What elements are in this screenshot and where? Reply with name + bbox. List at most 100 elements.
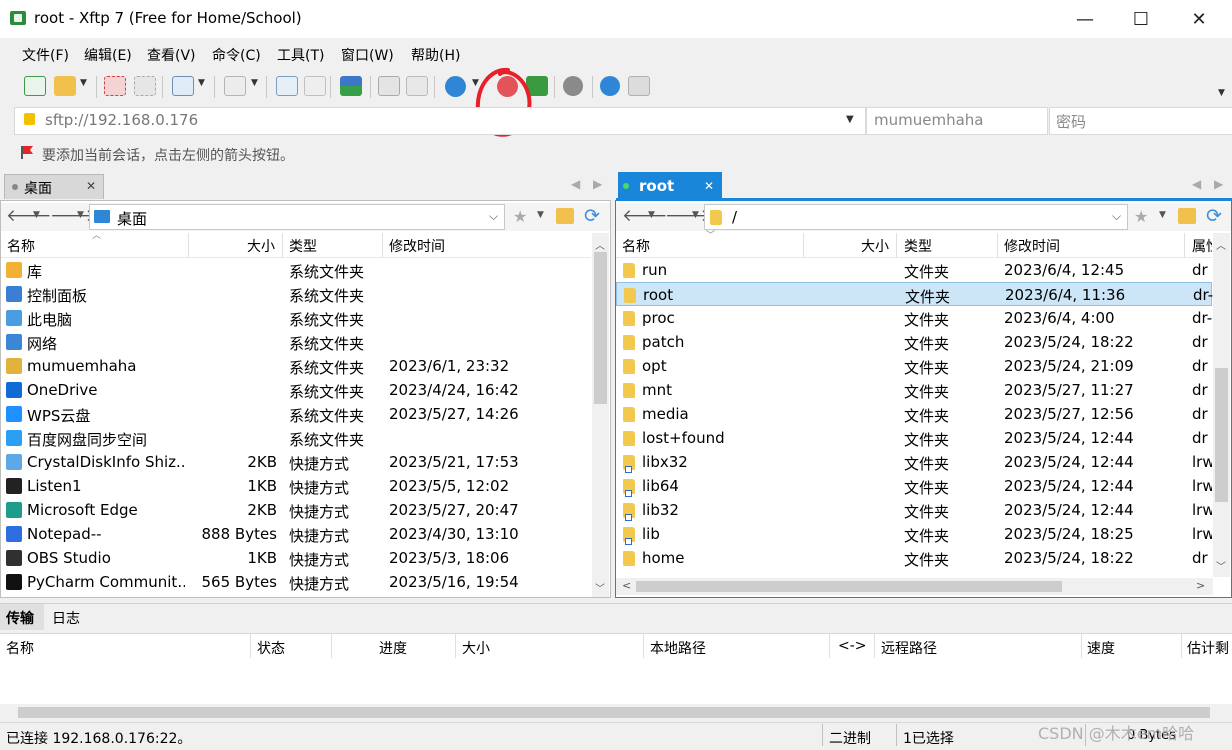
local-col-size[interactable]: 大小: [247, 236, 275, 256]
remote-col-size[interactable]: 大小: [861, 236, 889, 256]
maximize-button[interactable]: ☐: [1118, 0, 1164, 38]
terminal-dropdown-icon[interactable]: ▼: [251, 78, 258, 88]
transfer-col-name[interactable]: 名称: [6, 638, 34, 658]
table-row[interactable]: OBS Studio 1KB 快捷方式 2023/5/3, 18:06: [1, 546, 591, 570]
table-row[interactable]: 控制面板 系统文件夹: [1, 282, 591, 306]
table-row[interactable]: CrystalDiskInfo Shiz... 2KB 快捷方式 2023/5/21,…: [1, 450, 591, 474]
table-row[interactable]: lib64 文件夹 2023/5/24, 12:44 lrw: [616, 474, 1212, 498]
menu-command[interactable]: 命令(C): [212, 45, 261, 65]
terminal-icon[interactable]: [224, 76, 246, 96]
copy-icon[interactable]: [406, 76, 428, 96]
xftp-icon[interactable]: [526, 76, 548, 96]
scroll-up-icon[interactable]: ︿: [595, 237, 605, 252]
transfer-col-size[interactable]: 大小: [462, 638, 490, 658]
menu-view[interactable]: 查看(V): [147, 45, 196, 65]
tab-remote-close-icon[interactable]: ✕: [704, 179, 714, 193]
scroll-left-icon[interactable]: <: [622, 579, 631, 592]
local-home-icon[interactable]: [556, 208, 574, 224]
open-dropdown-icon[interactable]: ▼: [80, 78, 87, 88]
local-col-modified[interactable]: 修改时间: [389, 236, 445, 256]
remote-back-dropdown-icon[interactable]: ▼: [648, 210, 655, 220]
column-divider[interactable]: [1081, 634, 1082, 658]
transfer-col-status[interactable]: 状态: [257, 638, 285, 658]
minimize-button[interactable]: —: [1062, 0, 1108, 38]
tab-next-icon[interactable]: ▶: [593, 177, 602, 191]
column-divider[interactable]: [1184, 233, 1185, 257]
reconnect-icon[interactable]: [134, 76, 156, 96]
add-session-flag-icon[interactable]: [20, 145, 34, 159]
tab-local-close-icon[interactable]: ✕: [86, 179, 96, 193]
table-row[interactable]: mnt 文件夹 2023/5/27, 11:27 dr: [616, 378, 1212, 402]
tab-local-label[interactable]: 桌面: [24, 178, 52, 198]
settings-gear-icon[interactable]: [563, 76, 583, 96]
properties-icon[interactable]: [172, 76, 194, 96]
table-row[interactable]: Notepad-- 888 Bytes 快捷方式 2023/4/30, 13:10: [1, 522, 591, 546]
table-row[interactable]: OneDrive 系统文件夹 2023/4/24, 16:42: [1, 378, 591, 402]
column-divider[interactable]: [455, 634, 456, 658]
table-row[interactable]: 库 系统文件夹: [1, 258, 591, 282]
menu-window[interactable]: 窗口(W): [341, 45, 394, 65]
transfer-hscroll-thumb[interactable]: [18, 707, 1210, 718]
column-divider[interactable]: [874, 634, 875, 658]
remote-favorite-dropdown-icon[interactable]: ▼: [1159, 210, 1166, 220]
table-row[interactable]: lib 文件夹 2023/5/24, 18:25 lrw: [616, 522, 1212, 546]
scroll-right-icon[interactable]: >: [1196, 579, 1205, 592]
tab-prev-icon[interactable]: ◀: [571, 177, 580, 191]
menu-edit[interactable]: 编辑(E): [84, 45, 132, 65]
column-divider[interactable]: [896, 233, 897, 257]
remote-hscroll-thumb[interactable]: [636, 581, 1062, 592]
column-divider[interactable]: [282, 233, 283, 257]
local-favorite-icon[interactable]: ★: [513, 207, 527, 226]
table-row[interactable]: root 文件夹 2023/6/4, 11:36 dr-: [616, 282, 1213, 306]
download-icon[interactable]: [304, 76, 326, 96]
print-icon[interactable]: [378, 76, 400, 96]
column-divider[interactable]: [643, 634, 644, 658]
column-divider[interactable]: [188, 233, 189, 257]
transfer-col-direction[interactable]: <->: [838, 638, 867, 654]
address-input[interactable]: sftp://192.168.0.176: [45, 111, 198, 129]
table-row[interactable]: lib32 文件夹 2023/5/24, 12:44 lrw: [616, 498, 1212, 522]
help-icon[interactable]: [600, 76, 620, 96]
table-row[interactable]: 此电脑 系统文件夹: [1, 306, 591, 330]
properties-dropdown-icon[interactable]: ▼: [198, 78, 205, 88]
remote-col-modified[interactable]: 修改时间: [1004, 236, 1060, 256]
upload-icon[interactable]: [276, 76, 298, 96]
xshell-icon[interactable]: [497, 76, 518, 97]
remote-home-icon[interactable]: [1178, 208, 1196, 224]
local-scroll-thumb[interactable]: [594, 252, 607, 404]
local-path-dropdown-icon[interactable]: ⌵: [489, 209, 498, 224]
table-row[interactable]: libx32 文件夹 2023/5/24, 12:44 lrw: [616, 450, 1212, 474]
column-divider[interactable]: [250, 634, 251, 658]
new-session-icon[interactable]: [24, 76, 46, 96]
remote-scroll-thumb[interactable]: [1215, 368, 1228, 502]
local-favorite-dropdown-icon[interactable]: ▼: [537, 210, 544, 220]
remote-path-input[interactable]: /: [732, 208, 737, 226]
remote-forward-dropdown-icon[interactable]: ▼: [692, 210, 699, 220]
local-forward-dropdown-icon[interactable]: ▼: [77, 210, 84, 220]
local-path-input[interactable]: 桌面: [117, 208, 147, 229]
table-row[interactable]: Listen1 1KB 快捷方式 2023/5/5, 12:02: [1, 474, 591, 498]
username-input[interactable]: mumuemhaha: [874, 111, 983, 129]
menu-help[interactable]: 帮助(H): [411, 45, 460, 65]
table-row[interactable]: lost+found 文件夹 2023/5/24, 12:44 dr: [616, 426, 1212, 450]
remote-col-type[interactable]: 类型: [904, 236, 932, 256]
open-folder-icon[interactable]: [54, 76, 76, 96]
tab-prev-icon[interactable]: ◀: [1192, 177, 1201, 191]
table-row[interactable]: run 文件夹 2023/6/4, 12:45 dr: [616, 258, 1212, 282]
toolbar-overflow-icon[interactable]: ▼: [1218, 88, 1225, 98]
table-row[interactable]: Microsoft Edge 2KB 快捷方式 2023/5/27, 20:47: [1, 498, 591, 522]
tab-next-icon[interactable]: ▶: [1214, 177, 1223, 191]
disconnect-icon[interactable]: [104, 76, 126, 96]
transfer-col-speed[interactable]: 速度: [1087, 638, 1115, 658]
table-row[interactable]: media 文件夹 2023/5/27, 12:56 dr: [616, 402, 1212, 426]
globe-dropdown-icon[interactable]: ▼: [472, 78, 479, 88]
password-input[interactable]: 密码: [1056, 111, 1086, 132]
scroll-up-icon[interactable]: ︿: [1216, 237, 1226, 252]
remote-col-attr[interactable]: 属性: [1192, 236, 1212, 256]
local-back-icon[interactable]: 🡐: [6, 206, 52, 226]
address-dropdown-icon[interactable]: ▼: [846, 114, 854, 125]
transfer-col-eta[interactable]: 估计剩: [1187, 638, 1231, 658]
local-path-box[interactable]: [89, 204, 505, 230]
menu-tools[interactable]: 工具(T): [277, 45, 324, 65]
transfer-icon[interactable]: [340, 76, 362, 96]
